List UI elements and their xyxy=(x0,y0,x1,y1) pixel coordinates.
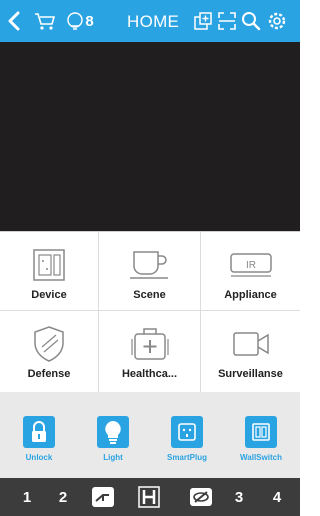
grid-item-label: Surveillanse xyxy=(218,368,283,380)
page-title: HOME xyxy=(127,12,180,31)
search-icon[interactable] xyxy=(240,0,262,42)
add-device-icon[interactable] xyxy=(192,0,214,42)
grid-item-label: Scene xyxy=(133,289,166,301)
notification-count: 8 xyxy=(85,12,94,30)
quick-wallswitch[interactable]: WallSwitch xyxy=(226,414,296,474)
bottom-bar: 1 2 3 4 xyxy=(0,478,300,516)
notification-button[interactable]: 8 xyxy=(62,0,98,42)
bottom-tab-4[interactable]: 4 xyxy=(266,478,288,516)
camera-icon xyxy=(231,329,271,359)
grid-item-device[interactable]: Device xyxy=(0,232,99,311)
quick-smartplug[interactable]: SmartPlug xyxy=(152,414,222,474)
plug-icon xyxy=(177,422,197,442)
quick-label: Light xyxy=(103,453,123,462)
grid-item-label: Appliance xyxy=(224,289,277,301)
category-grid: Device Scene IR Appliance Defense Health… xyxy=(0,232,300,392)
quick-label: SmartPlug xyxy=(166,453,207,462)
grid-item-defense[interactable]: Defense xyxy=(0,311,99,392)
scene-cup-icon xyxy=(128,248,172,282)
camera-move-icon[interactable] xyxy=(88,478,118,516)
quick-unlock[interactable]: Unlock xyxy=(4,414,74,474)
top-bar: 8 HOME xyxy=(0,0,300,42)
ir-appliance-icon: IR xyxy=(228,250,274,280)
quick-actions: Unlock Light SmartPlug WallSwitch xyxy=(0,392,300,478)
shield-icon xyxy=(32,325,66,363)
bulb-icon xyxy=(104,420,122,444)
quick-light[interactable]: Light xyxy=(78,414,148,474)
grid-item-healthcare[interactable]: Healthca... xyxy=(99,311,201,392)
video-preview[interactable] xyxy=(0,42,300,232)
device-panel-icon xyxy=(31,247,67,283)
bell-icon xyxy=(66,11,84,31)
grid-item-label: Device xyxy=(31,289,67,301)
grid-item-label: Healthca... xyxy=(121,368,178,380)
lock-icon xyxy=(30,421,48,443)
bottom-tab-3[interactable]: 3 xyxy=(228,478,250,516)
medical-kit-icon xyxy=(130,325,170,363)
quick-label: Unlock xyxy=(25,453,53,462)
grid-item-label: Defense xyxy=(27,368,71,380)
eye-off-icon[interactable] xyxy=(186,478,216,516)
settings-icon[interactable] xyxy=(264,0,290,42)
grid-item-scene[interactable]: Scene xyxy=(99,232,201,311)
back-icon[interactable] xyxy=(4,0,24,42)
scan-icon[interactable] xyxy=(216,0,238,42)
bottom-tab-2[interactable]: 2 xyxy=(52,478,74,516)
wall-switch-icon xyxy=(251,422,271,442)
grid-item-surveillance[interactable]: Surveillanse xyxy=(201,311,300,392)
h-icon[interactable] xyxy=(134,478,164,516)
bottom-tab-1[interactable]: 1 xyxy=(16,478,38,516)
grid-item-appliance[interactable]: IR Appliance xyxy=(201,232,300,311)
cart-icon[interactable] xyxy=(32,0,58,42)
svg-text:IR: IR xyxy=(246,260,256,271)
quick-label: WallSwitch xyxy=(240,453,282,462)
